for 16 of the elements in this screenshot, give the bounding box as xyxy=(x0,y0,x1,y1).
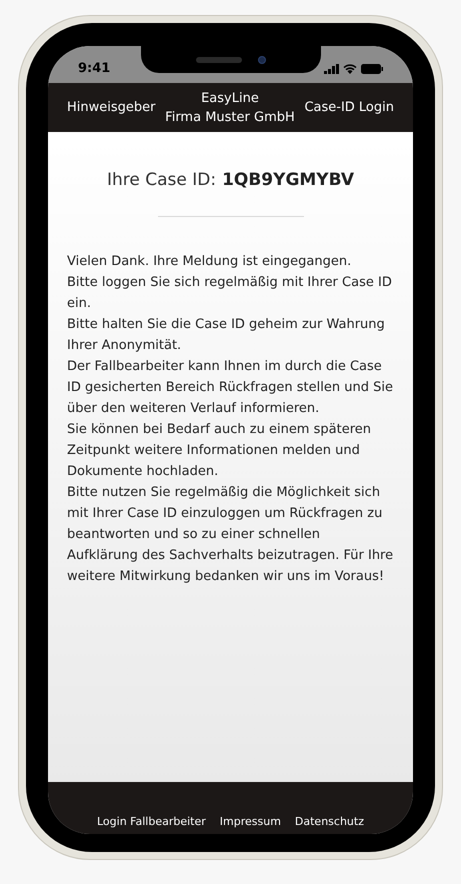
message-paragraph: Sie können bei Bedarf auch zu einem späteren Zeitpunkt weitere Informationen melden und Dokumente hochladen. xyxy=(67,420,372,480)
message-paragraph: Bitte halten Sie die Case ID geheim zur Wahrung Ihrer Anonymität. xyxy=(67,316,386,354)
case-id-value: 1QB9YGMYBV xyxy=(222,169,354,192)
company-name: Firma Muster GmbH xyxy=(165,108,295,126)
footer-link[interactable]: Datenschutz xyxy=(294,814,364,830)
status-time: 9:41 xyxy=(78,60,110,78)
footer-link[interactable]: Login Fallbearbeiter xyxy=(97,814,206,830)
case-id-login-link[interactable]: Case-ID Login xyxy=(304,98,394,118)
message-paragraph: Bitte loggen Sie sich regelmäßig mit Ihrer Case ID ein. xyxy=(67,274,393,312)
message-paragraph: Der Fallbearbeiter kann Ihnen im durch die Case ID gesicherten Bereich Rückfragen stellen und Sie über den weiteren Verlauf informieren. xyxy=(67,358,394,418)
brand-title: EasyLine xyxy=(201,90,259,108)
whistleblower-link[interactable]: Hinweisgeber xyxy=(67,98,156,118)
footer-link[interactable]: Impressum xyxy=(220,814,281,830)
message-paragraph: Vielen Dank. Ihre Meldung ist eingegangen. xyxy=(67,252,352,270)
message-paragraph: Bitte nutzen Sie regelmäßig die Möglichkeit sich mit Ihrer Case ID einzuloggen um Rückfragen zu beantworten und so zu einer schnellen Aufklärung des Sachverhalts beizutragen. Für Ihre weitere Mitwirkung bedanken wir uns im Voraus! xyxy=(67,484,394,586)
case-id-label: Ihre Case ID: xyxy=(106,169,216,192)
